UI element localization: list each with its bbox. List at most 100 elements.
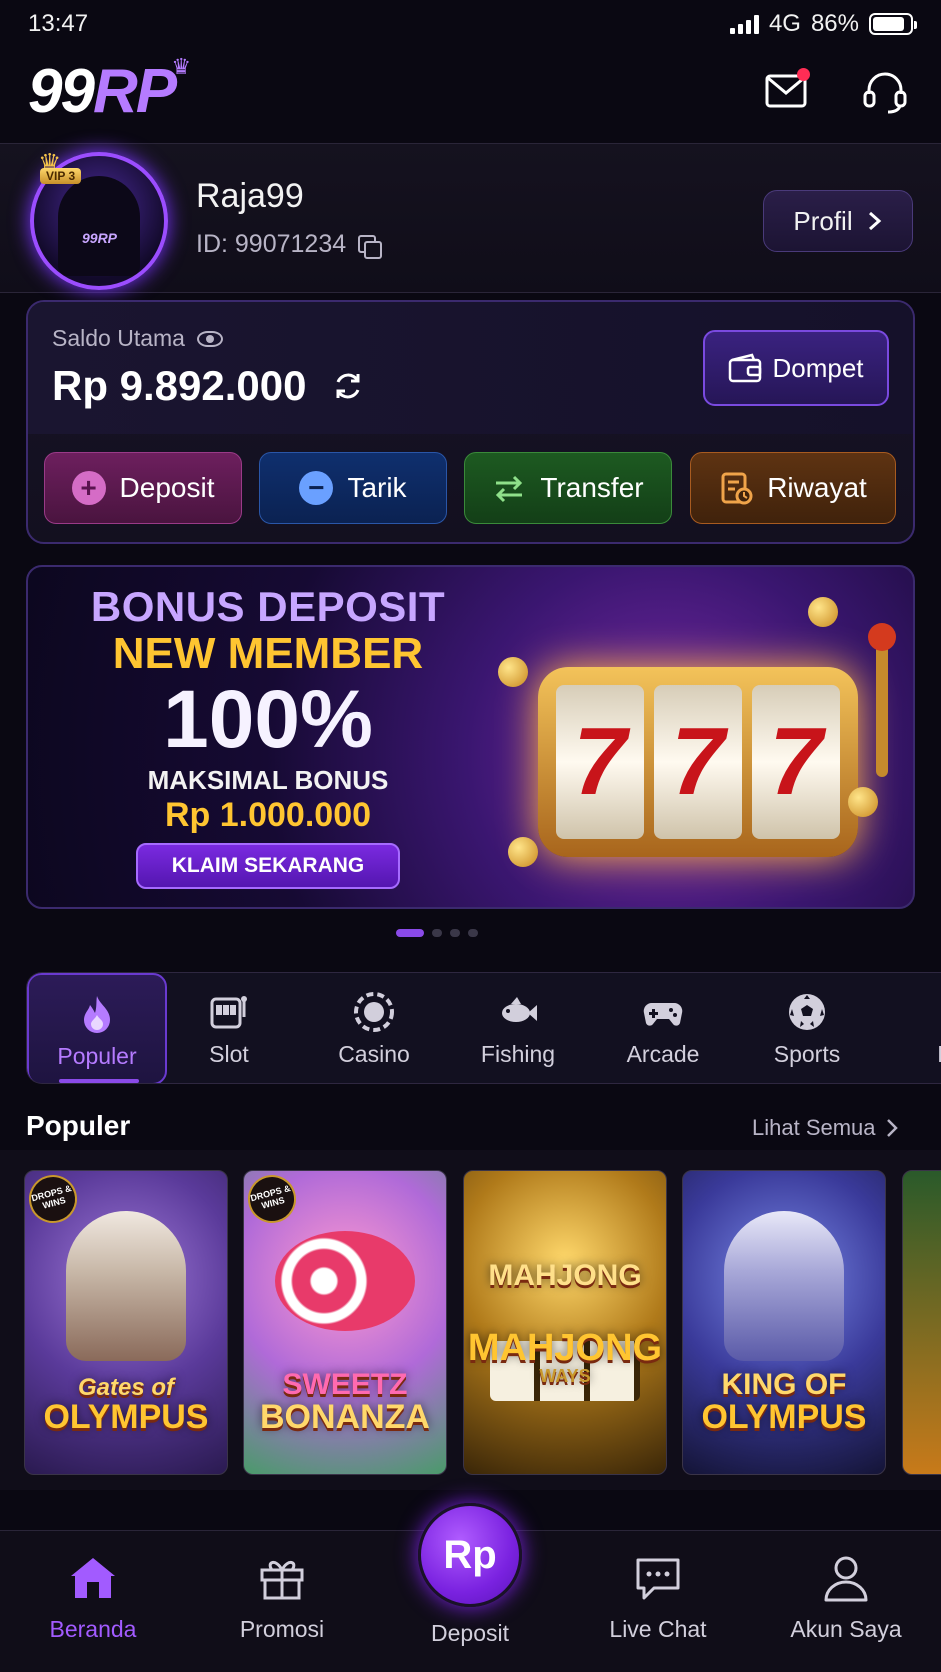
casino-chip-icon [354, 992, 394, 1032]
transfer-icon [496, 475, 523, 503]
chevron-right-icon [868, 211, 881, 231]
wallet-button[interactable]: Dompet [703, 330, 889, 406]
section-title: Populer [26, 1110, 131, 1141]
withdraw-action-label: Tarik [347, 472, 407, 503]
tab-more[interactable]: Re [882, 973, 941, 1083]
game-card[interactable]: MAHJONG MAHJONG WAYS [463, 1170, 667, 1475]
tab-slot[interactable]: Slot [159, 973, 299, 1083]
game-card[interactable]: DROPS & WINS Gates of OLYMPUS [24, 1170, 228, 1475]
game-title-line1: SWEETZ [282, 1368, 408, 1401]
tab-populer[interactable]: Populer [27, 973, 167, 1083]
vip-badge: ♛ VIP 3 [34, 148, 92, 188]
chat-icon [636, 1558, 680, 1600]
promo-banner[interactable]: BONUS DEPOSIT NEW MEMBER 100% MAKSIMAL B… [26, 565, 915, 909]
nav-promotions[interactable]: Promosi [202, 1552, 362, 1643]
tab-label: Populer [57, 1043, 137, 1069]
banner-line5: Rp 1.000.000 [164, 796, 372, 834]
hooded-figure-icon [58, 176, 140, 276]
mail-button[interactable] [762, 66, 812, 116]
carousel-dot[interactable] [396, 929, 424, 937]
transfer-action-button[interactable]: Transfer [464, 452, 672, 524]
reel: 7 [654, 685, 742, 839]
refresh-icon[interactable] [331, 369, 365, 403]
coin-icon [848, 787, 878, 817]
deposit-action-button[interactable]: + Deposit [44, 452, 242, 524]
tab-arcade[interactable]: Arcade [593, 973, 733, 1083]
tab-sports[interactable]: Sports [737, 973, 877, 1083]
fish-icon [502, 997, 537, 1022]
user-id-text: ID: 99071234 [196, 230, 347, 258]
balance-label: Saldo Utama [52, 325, 223, 352]
game-card-partial[interactable] [902, 1170, 941, 1475]
carousel-dot[interactable] [468, 929, 478, 937]
game-title: Gates of OLYMPUS [25, 1374, 227, 1436]
nav-home[interactable]: Beranda [13, 1552, 173, 1643]
game-card[interactable]: KING OF OLYMPUS [682, 1170, 886, 1475]
game-title-line2: MAHJONG [467, 1327, 663, 1369]
nav-label: Beranda [49, 1616, 137, 1642]
wallet-icon [729, 353, 762, 383]
slot-machine-icon [210, 996, 247, 1029]
game-title: KING OF OLYMPUS [683, 1370, 885, 1435]
history-action-label: Riwayat [767, 472, 867, 503]
banner-line3: 100% [163, 674, 373, 765]
nav-live-chat[interactable]: Live Chat [578, 1552, 738, 1643]
withdraw-action-button[interactable]: − Tarik [259, 452, 447, 524]
history-icon [721, 472, 753, 505]
carousel-dot[interactable] [450, 929, 460, 937]
see-all-link[interactable]: Lihat Semua [752, 1115, 898, 1141]
copy-icon[interactable] [358, 234, 383, 259]
username: Raja99 [196, 177, 304, 215]
carousel-dots [396, 929, 478, 937]
game-title-line2: OLYMPUS [43, 1398, 209, 1436]
game-title-line1: MAHJONG [488, 1259, 642, 1292]
claim-button[interactable]: KLAIM SEKARANG [136, 843, 400, 889]
eye-icon[interactable] [196, 330, 223, 347]
category-tabs: Populer Slot Casino Fishing Arcade Sport… [26, 972, 941, 1084]
game-card[interactable]: DROPS & WINS SWEETZ BONANZA [243, 1170, 447, 1475]
coin-icon [498, 657, 528, 687]
coin-icon [808, 597, 838, 627]
tab-label: Fishing [480, 1041, 556, 1067]
profile-button[interactable]: Profil [763, 190, 913, 252]
game-title: SWEETZ BONANZA [244, 1368, 446, 1436]
battery-icon [869, 13, 917, 35]
tab-label: Sports [773, 1041, 841, 1067]
wallet-button-label: Dompet [772, 352, 864, 383]
carousel-dot[interactable] [432, 929, 442, 937]
user-icon [824, 1556, 868, 1602]
game-title-line1: Gates of [77, 1374, 175, 1401]
crown-icon: ♛ [171, 54, 191, 79]
avatar-logo: 99RP [82, 230, 118, 246]
deposit-fab-button[interactable]: Rp [418, 1503, 522, 1607]
reel: 7 [752, 685, 840, 839]
candy-icon [275, 1231, 415, 1331]
game-title-line2: BONANZA [260, 1398, 430, 1436]
slot-lever [868, 623, 896, 777]
slot-machine-illustration: 7 7 7 [498, 597, 896, 887]
transfer-action-label: Transfer [540, 472, 644, 503]
support-button[interactable] [860, 66, 910, 116]
nav-account[interactable]: Akun Saya [766, 1552, 926, 1643]
gamepad-icon [643, 1002, 683, 1026]
balance-value: Rp 9.892.000 [52, 362, 307, 409]
reel: 7 [556, 685, 644, 839]
nav-label[interactable]: Deposit [400, 1620, 540, 1647]
tab-fishing[interactable]: Fishing [448, 973, 588, 1083]
game-title: MAHJONG MAHJONG WAYS [464, 1259, 666, 1386]
unread-dot [797, 68, 810, 81]
coin-icon [508, 837, 538, 867]
see-all-label: Lihat Semua [752, 1115, 876, 1140]
history-action-button[interactable]: Riwayat [690, 452, 896, 524]
logo-main: 99 [28, 57, 95, 126]
chevron-right-icon [886, 1119, 898, 1137]
status-indicators: 4G 86% [729, 10, 917, 38]
balance-label-text: Saldo Utama [52, 325, 185, 351]
balance-amount: Rp 9.892.000 [52, 362, 365, 410]
banner-line2: NEW MEMBER [112, 629, 424, 678]
banner-text: BONUS DEPOSIT NEW MEMBER 100% MAKSIMAL B… [28, 583, 508, 835]
tab-label: Re [937, 1041, 941, 1068]
tab-casino[interactable]: Casino [304, 973, 444, 1083]
minus-icon: − [299, 471, 334, 505]
king-figure [724, 1211, 844, 1361]
